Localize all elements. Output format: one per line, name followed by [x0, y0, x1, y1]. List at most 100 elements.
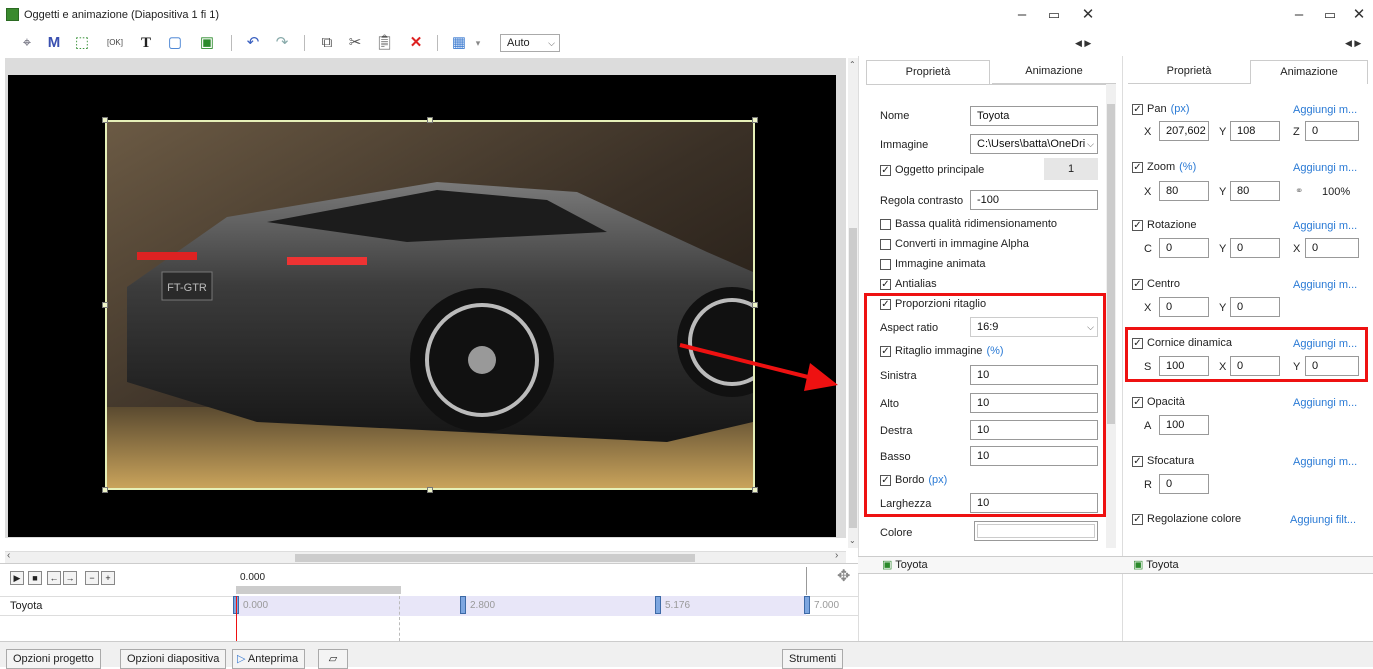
centro-y-input[interactable]: 0 [1230, 297, 1280, 317]
resize-handle[interactable] [102, 302, 108, 308]
comment-button[interactable]: ▱ [318, 649, 348, 669]
mask-icon[interactable]: M [45, 33, 63, 53]
object-list-item[interactable]: ▣ Toyota [882, 557, 928, 573]
bassa-qualita-checkbox[interactable]: Bassa qualità ridimensionamento [880, 218, 1057, 230]
tab-proprieta[interactable]: Proprietà [866, 60, 990, 84]
scroll-tabs-icon-2[interactable]: ◀ ▶ [1345, 38, 1361, 49]
scrollbar-thumb[interactable] [295, 554, 695, 562]
maximize-icon[interactable]: ▭ [1042, 4, 1066, 26]
keyframe-marker[interactable] [804, 596, 810, 614]
regolazione-add-link[interactable]: Aggiungi filt... [1290, 514, 1356, 526]
resize-handle[interactable] [752, 117, 758, 123]
project-options-button[interactable]: Opzioni progetto [6, 649, 101, 669]
cut-icon[interactable]: ✂ [346, 33, 364, 53]
stage-vertical-scrollbar[interactable]: ⌃ ⌄ [848, 58, 858, 548]
resize-handle[interactable] [427, 487, 433, 493]
resize-handle[interactable] [102, 117, 108, 123]
playhead[interactable] [236, 596, 237, 641]
zoom-checkbox[interactable]: ✓ Zoom (%) [1132, 161, 1196, 173]
link-ratio-icon[interactable]: ⚭ [1295, 186, 1303, 197]
preview-button[interactable]: ▷ Anteprima [232, 649, 306, 669]
maximize-icon-2[interactable]: ▭ [1318, 4, 1342, 26]
regolazione-checkbox[interactable]: ✓ Regolazione colore [1132, 513, 1241, 525]
minimize-icon-2[interactable]: – [1287, 4, 1311, 26]
stage-horizontal-scrollbar[interactable]: ‹ › [5, 550, 846, 563]
paste-icon[interactable]: 📋︎ [375, 33, 394, 53]
opacita-checkbox[interactable]: ✓ Opacità [1132, 396, 1185, 408]
immagine-animata-checkbox[interactable]: Immagine animata [880, 258, 986, 270]
centro-checkbox[interactable]: ✓ Centro [1132, 278, 1180, 290]
zoom-x-input[interactable]: 80 [1159, 181, 1209, 201]
zoom-y-input[interactable]: 80 [1230, 181, 1280, 201]
panel-scrollbar[interactable] [1106, 84, 1116, 548]
antialias-checkbox[interactable]: ✓ Antialias [880, 278, 937, 290]
scroll-tabs-icon[interactable]: ◀ ▶ [1075, 38, 1091, 49]
rot-x-input[interactable]: 0 [1305, 238, 1359, 258]
centro-x-input[interactable]: 0 [1159, 297, 1209, 317]
text-icon[interactable]: T [137, 33, 155, 53]
sfocatura-r-input[interactable]: 0 [1159, 474, 1209, 494]
nome-input[interactable]: Toyota [970, 106, 1098, 126]
resize-handle[interactable] [427, 117, 433, 123]
resize-handle[interactable] [752, 302, 758, 308]
tab-animazione-2[interactable]: Animazione [1250, 60, 1368, 84]
stop-icon[interactable]: ■ [28, 571, 42, 585]
oggetto-principale-checkbox[interactable]: ✓ Oggetto principale [880, 164, 984, 176]
pan-add-link[interactable]: Aggiungi m... [1293, 104, 1357, 116]
tab-proprieta-2[interactable]: Proprietà [1128, 60, 1250, 84]
scroll-up-icon[interactable]: ⌃ [849, 60, 856, 69]
toyota-image[interactable]: FT-GTR [105, 120, 755, 490]
arrow-right-icon[interactable]: → [63, 571, 77, 585]
move-icon[interactable]: ✥ [837, 566, 850, 586]
colore-swatch[interactable] [974, 521, 1098, 541]
zoom-in-icon[interactable]: + [101, 571, 115, 585]
camera-icon[interactable]: ⌖ [18, 33, 36, 53]
object-list-item-2[interactable]: ▣ Toyota [1133, 557, 1179, 573]
converti-alpha-checkbox[interactable]: Converti in immagine Alpha [880, 238, 1029, 250]
opacita-a-input[interactable]: 100 [1159, 415, 1209, 435]
zoom-select[interactable]: Auto ⌵ [500, 34, 560, 52]
play-icon[interactable]: ▶ [10, 571, 24, 585]
centro-add-link[interactable]: Aggiungi m... [1293, 279, 1357, 291]
minimize-icon[interactable]: – [1010, 4, 1034, 26]
resize-handle[interactable] [752, 487, 758, 493]
immagine-select[interactable]: C:\Users\batta\OneDri ⌵ [970, 134, 1098, 154]
undo-icon[interactable]: ↶ [244, 33, 262, 53]
zoom-out-icon[interactable]: − [85, 571, 99, 585]
close-icon[interactable]: ✕ [1076, 4, 1100, 26]
pan-x-input[interactable]: 207,602 [1159, 121, 1209, 141]
delete-icon[interactable]: ✕ [407, 33, 425, 53]
scrollbar-thumb[interactable] [849, 228, 857, 528]
rot-c-input[interactable]: 0 [1159, 238, 1209, 258]
pan-z-input[interactable]: 0 [1305, 121, 1359, 141]
keyframe-marker[interactable] [655, 596, 661, 614]
contrasto-input[interactable]: -100 [970, 190, 1098, 210]
rectangle-icon[interactable]: ▢ [166, 33, 184, 53]
scroll-left-icon[interactable]: ‹ [7, 550, 10, 561]
rot-y-input[interactable]: 0 [1230, 238, 1280, 258]
pan-y-input[interactable]: 108 [1230, 121, 1280, 141]
button-object-icon[interactable]: [OK] [104, 33, 126, 53]
close-icon-2[interactable]: ✕ [1347, 4, 1371, 26]
track-bar[interactable] [236, 596, 806, 616]
grid-dropdown-icon[interactable]: ▾ [472, 33, 484, 53]
grid-icon[interactable]: ▦ [448, 33, 470, 53]
sfocatura-add-link[interactable]: Aggiungi m... [1293, 456, 1357, 468]
frame-icon[interactable]: ⬚ [73, 33, 91, 53]
keyframe-marker[interactable] [460, 596, 466, 614]
pan-checkbox[interactable]: ✓ Pan (px) [1132, 103, 1190, 115]
redo-icon[interactable]: ↷ [273, 33, 291, 53]
scrollbar-thumb[interactable] [1107, 104, 1115, 424]
scroll-down-icon[interactable]: ⌄ [849, 536, 856, 545]
image-icon[interactable]: ▣ [196, 33, 218, 53]
copy-icon[interactable]: ⧉ [318, 33, 336, 53]
tools-button[interactable]: Strumenti [782, 649, 844, 669]
scroll-right-icon[interactable]: › [835, 550, 838, 561]
arrow-left-icon[interactable]: ← [47, 571, 61, 585]
sfocatura-checkbox[interactable]: ✓ Sfocatura [1132, 455, 1194, 467]
tab-animazione[interactable]: Animazione [992, 60, 1116, 84]
zoom-add-link[interactable]: Aggiungi m... [1293, 162, 1357, 174]
rotazione-add-link[interactable]: Aggiungi m... [1293, 220, 1357, 232]
rotazione-checkbox[interactable]: ✓ Rotazione [1132, 219, 1197, 231]
resize-handle[interactable] [102, 487, 108, 493]
